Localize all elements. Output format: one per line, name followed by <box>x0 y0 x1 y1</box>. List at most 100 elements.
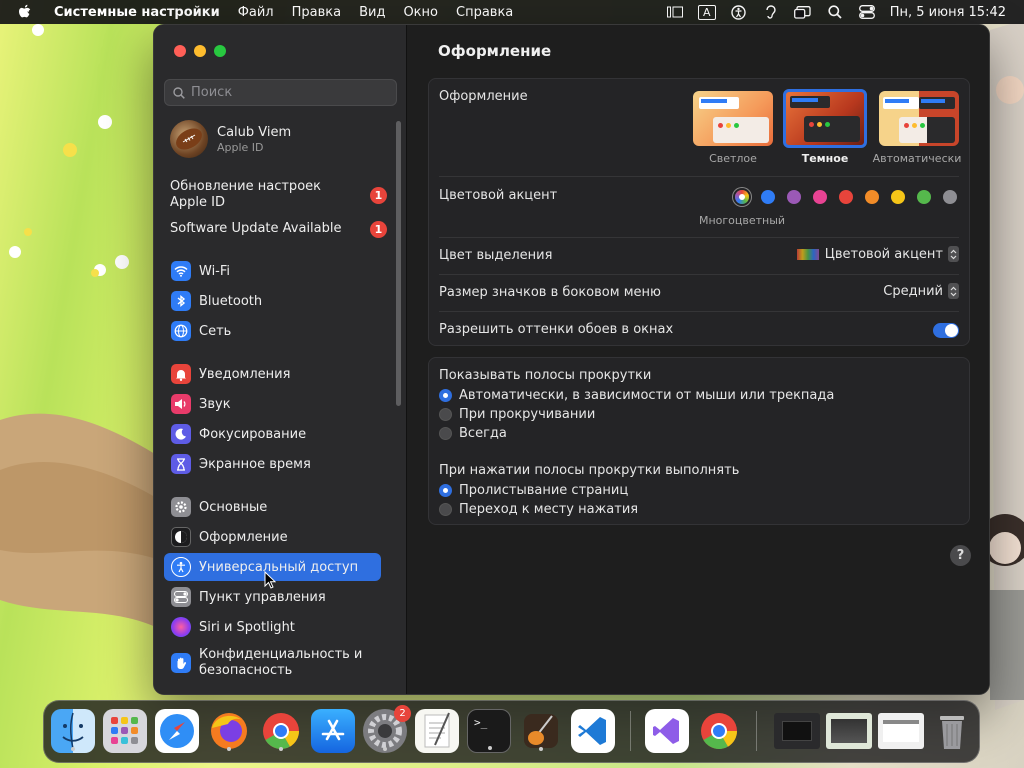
dock-chrome[interactable] <box>259 709 303 753</box>
menu-file[interactable]: Файл <box>238 5 274 20</box>
sidebar-item-label: Конфиденциальность и безопасность <box>199 647 363 678</box>
dock-app-store[interactable] <box>311 709 355 753</box>
dock-visual-studio[interactable] <box>645 709 689 753</box>
scrollbars-option-auto[interactable]: Автоматически, в зависимости от мыши или… <box>439 387 834 404</box>
menu-window[interactable]: Окно <box>403 5 438 20</box>
dock-garageband[interactable] <box>519 709 563 753</box>
highlight-color-popup[interactable]: Цветовой акцент <box>796 246 959 262</box>
dock-terminal[interactable]: >_ <box>467 709 511 753</box>
dock-minimized-window-3[interactable] <box>878 713 924 749</box>
sidebar-item-label: Оформление <box>199 529 288 545</box>
accessibility-menu-icon[interactable] <box>730 4 748 20</box>
software-update-item[interactable]: Software Update Available 1 <box>170 221 395 238</box>
accent-pink[interactable] <box>813 190 827 204</box>
dock-safari[interactable] <box>155 709 199 753</box>
dock-chrome-recent[interactable] <box>697 709 741 753</box>
dock-badge: 2 <box>394 705 411 722</box>
sidebar-item-privacy[interactable]: Конфиденциальность и безопасность <box>164 643 381 683</box>
spotlight-search-icon[interactable] <box>826 4 844 20</box>
app-menu[interactable]: Системные настройки <box>54 5 220 20</box>
menu-clock[interactable]: Пн, 5 июня 15:42 <box>890 5 1006 20</box>
dock-textedit[interactable] <box>415 709 459 753</box>
accent-graphite[interactable] <box>943 190 957 204</box>
appearance-option-light[interactable] <box>693 91 773 146</box>
appearance-option-auto[interactable] <box>879 91 959 146</box>
gear-icon <box>171 497 191 517</box>
sidebar-item-notifications[interactable]: Уведомления <box>164 360 381 388</box>
appearance-label: Оформление <box>439 89 528 104</box>
appearance-option-dark[interactable] <box>783 89 867 148</box>
click-option-next-page[interactable]: Пролистывание страниц <box>439 482 628 499</box>
search-icon <box>173 86 185 99</box>
click-option-jump[interactable]: Переход к месту нажатия <box>439 501 638 518</box>
bluetooth-icon <box>171 291 191 311</box>
accent-green[interactable] <box>917 190 931 204</box>
apple-menu-icon[interactable] <box>18 4 32 20</box>
trash-icon <box>940 716 964 749</box>
divider <box>439 237 959 238</box>
control-center-menu-icon[interactable] <box>858 4 876 20</box>
apple-id-update-item[interactable]: Обновление настроек Apple ID 1 <box>170 179 395 211</box>
highlight-swatch <box>796 248 819 260</box>
divider <box>439 176 959 177</box>
icon-size-value: Средний <box>883 283 943 299</box>
input-source-icon[interactable]: A <box>697 4 716 20</box>
sidebar-scrollbar[interactable] <box>396 121 401 406</box>
sidebar-item-bluetooth[interactable]: Bluetooth <box>164 287 381 315</box>
help-button[interactable]: ? <box>950 545 971 566</box>
sidebar-item-network[interactable]: Сеть <box>164 317 381 345</box>
accent-multicolor[interactable] <box>735 190 749 204</box>
dock-finder[interactable] <box>51 709 95 753</box>
firefox-icon <box>211 713 247 749</box>
sidebar-item-label: Уведомления <box>199 366 291 382</box>
scrollbars-option-always[interactable]: Всегда <box>439 425 507 442</box>
stage-manager-icon[interactable] <box>666 4 684 20</box>
window-thumbnail-icon <box>831 719 867 743</box>
wallpaper-tint-toggle[interactable] <box>933 323 959 338</box>
accent-blue[interactable] <box>761 190 775 204</box>
accent-red[interactable] <box>839 190 853 204</box>
hearing-icon[interactable] <box>762 4 780 20</box>
dock-launchpad[interactable] <box>103 709 147 753</box>
sidebar-item-label: Экранное время <box>199 456 311 472</box>
update-badge: 1 <box>370 221 387 238</box>
sidebar-item-wifi[interactable]: Wi-Fi <box>164 257 381 285</box>
menu-edit[interactable]: Правка <box>292 5 341 20</box>
apple-id-account[interactable]: Calub Viem Apple ID <box>170 119 291 159</box>
screen-mirroring-icon[interactable] <box>794 4 812 20</box>
sidebar-item-focus[interactable]: Фокусирование <box>164 420 381 448</box>
radio-label: Всегда <box>459 426 507 441</box>
minimize-window-button[interactable] <box>194 45 206 57</box>
radio-selected <box>439 484 452 497</box>
dock-minimized-window-2[interactable] <box>826 713 872 749</box>
sidebar-item-screen-time[interactable]: Экранное время <box>164 450 381 478</box>
accent-yellow[interactable] <box>891 190 905 204</box>
sidebar-item-general[interactable]: Основные <box>164 493 381 521</box>
app-store-icon <box>321 719 345 741</box>
sidebar-item-siri[interactable]: Siri и Spotlight <box>164 613 381 641</box>
dock-minimized-window-1[interactable] <box>774 713 820 749</box>
icon-size-popup[interactable]: Средний <box>883 283 959 299</box>
accent-orange[interactable] <box>865 190 879 204</box>
dock-vscode[interactable] <box>571 709 615 753</box>
dock-trash[interactable] <box>930 709 974 753</box>
accent-purple[interactable] <box>787 190 801 204</box>
menu-view[interactable]: Вид <box>359 5 385 20</box>
divider <box>439 311 959 312</box>
scrollbars-option-scrolling[interactable]: При прокручивании <box>439 406 595 423</box>
chevron-updown-icon <box>948 246 959 262</box>
update-badge: 1 <box>370 187 387 204</box>
search-field[interactable] <box>164 79 397 106</box>
dock-separator <box>630 711 631 751</box>
sidebar-item-sound[interactable]: Звук <box>164 390 381 418</box>
radio-unselected <box>439 408 452 421</box>
zoom-window-button[interactable] <box>214 45 226 57</box>
close-window-button[interactable] <box>174 45 186 57</box>
dock-firefox[interactable] <box>207 709 251 753</box>
search-input[interactable] <box>191 85 381 100</box>
avatar <box>170 120 208 158</box>
dock: 2 >_ <box>43 700 980 763</box>
dock-system-settings[interactable]: 2 <box>363 705 411 753</box>
menu-help[interactable]: Справка <box>456 5 513 20</box>
sidebar-item-appearance[interactable]: Оформление <box>164 523 381 551</box>
